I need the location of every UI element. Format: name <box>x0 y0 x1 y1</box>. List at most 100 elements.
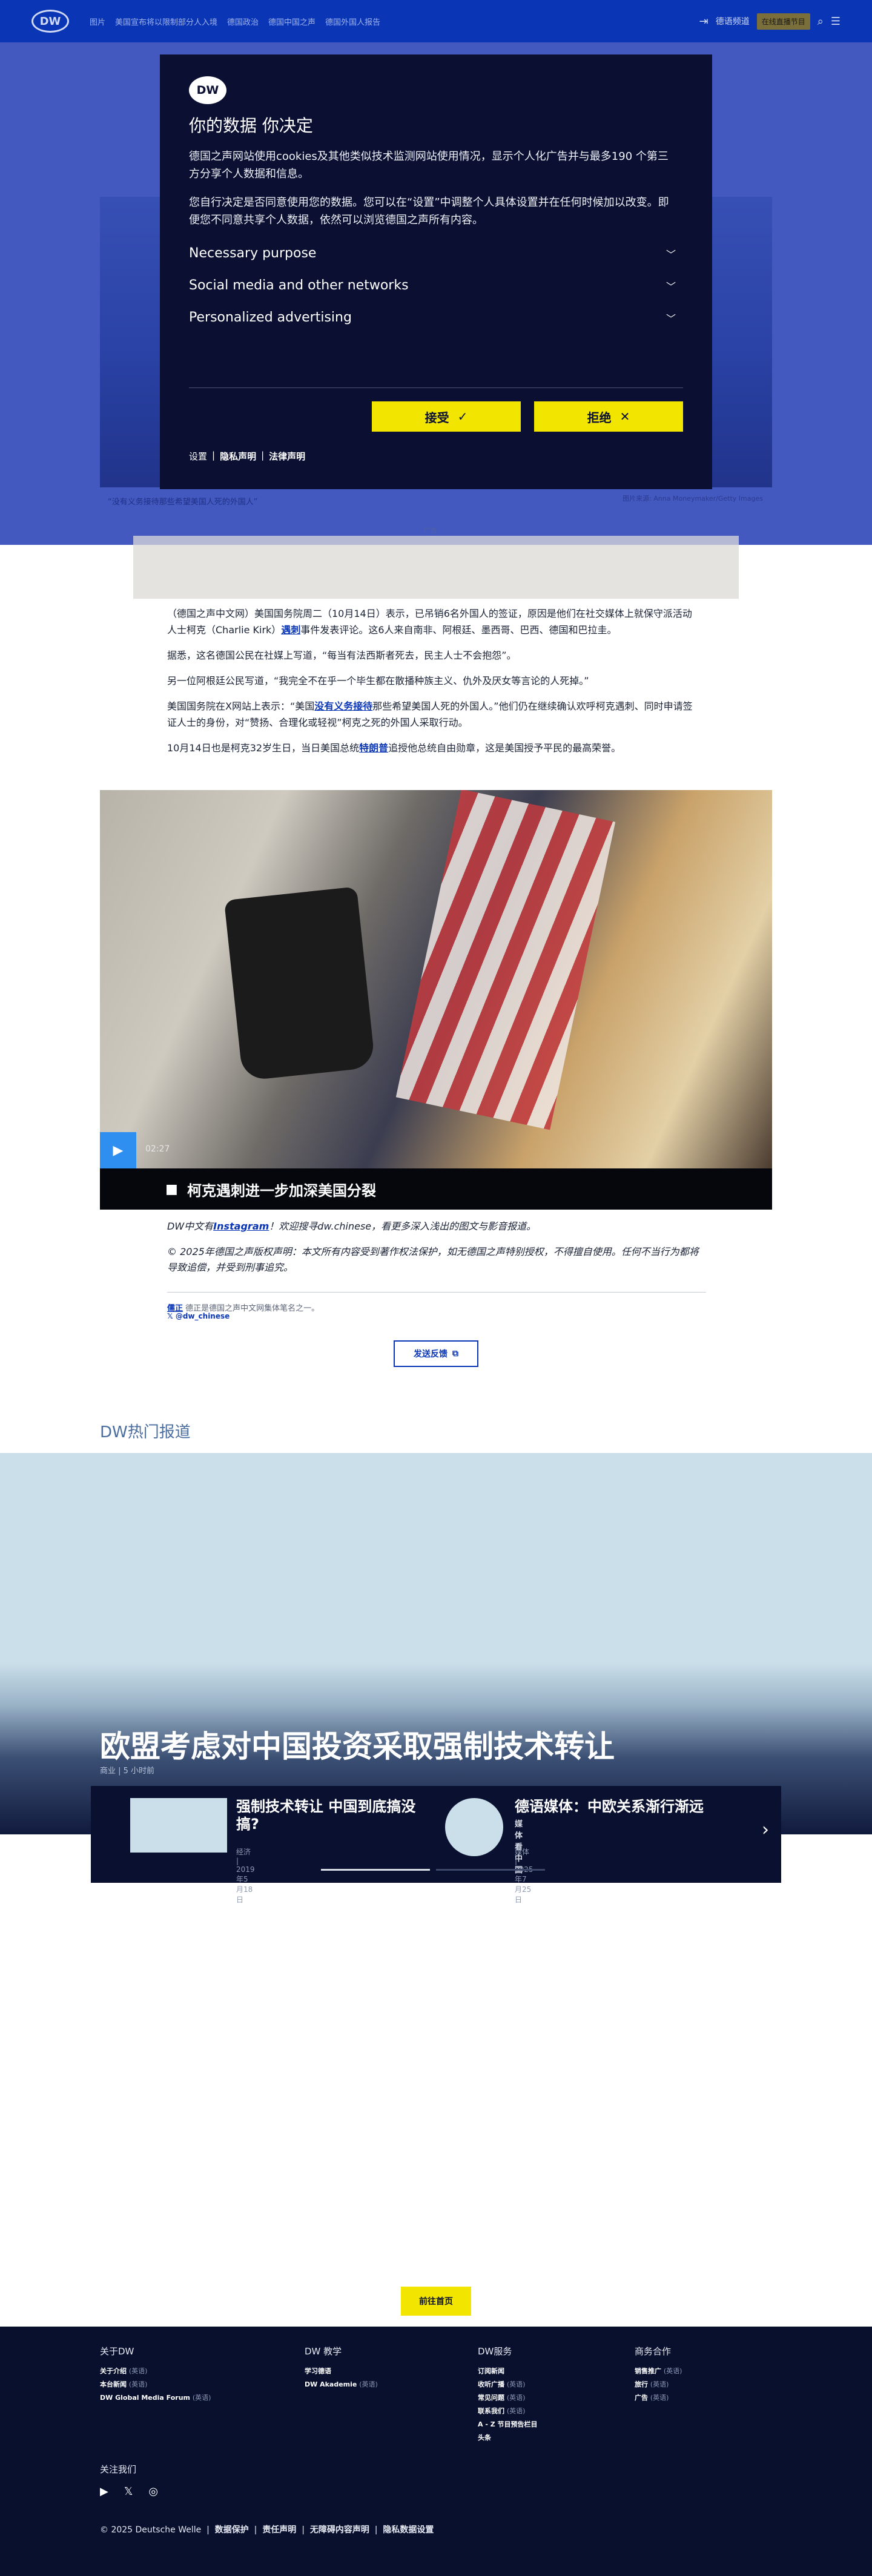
link-lang: (英语) <box>506 2407 526 2415</box>
nav-link[interactable]: 德国政治 <box>227 16 259 27</box>
social-links: ▶ 𝕏 ◎ <box>100 2485 158 2498</box>
text: 10月14日也是柯克32岁生日，当日美国总统 <box>167 742 360 754</box>
header-right: ⇥ 德语频道 在线直播节目 ⌕ ☰ <box>699 13 841 30</box>
play-icon[interactable]: ▶ <box>100 1132 136 1168</box>
video-title: 柯克遇刺进一步加深美国分裂 <box>187 1182 376 1199</box>
card-title: 强制技术转让 中国到底搞没搞? <box>236 1798 416 1833</box>
nav-link[interactable]: 图片 <box>90 16 105 27</box>
reject-button[interactable]: 拒绝 ✕ <box>534 401 683 432</box>
footer-link[interactable]: 学习德语 <box>305 2366 378 2376</box>
footer-link[interactable]: 旅行 (英语) <box>635 2379 682 2389</box>
footer-link[interactable]: 关于介绍 (英语) <box>100 2366 211 2376</box>
link-lang: (英语) <box>359 2380 378 2388</box>
after-video-text: DW中文有Instagram！欢迎搜寻dw.chinese，看更多深入浅出的图文… <box>167 1219 700 1285</box>
accept-button[interactable]: 接受 ✓ <box>372 401 521 432</box>
footer-link[interactable]: 头条 <box>478 2433 538 2442</box>
link-lang: (英语) <box>506 2380 526 2388</box>
purpose-label: Necessary purpose <box>189 246 317 261</box>
article-paragraph: 据悉，这名德国公民在社媒上写道，“每当有法西斯者死去，民主人士不会抱怨”。 <box>167 650 517 661</box>
article-paragraph: 美国国务院在X网站上表示：“美国没有义务接待那些希望美国人死的外国人。”他们仍在… <box>167 698 700 731</box>
author-social[interactable]: 𝕏 @dw_chinese <box>167 1312 230 1320</box>
link-lang: (英语) <box>663 2367 682 2375</box>
footer-col-title: 关于DW <box>100 2346 134 2357</box>
link-label: 学习德语 <box>305 2367 331 2375</box>
purpose-social[interactable]: Social media and other networks ﹀ <box>189 278 676 293</box>
link-lang: (英语) <box>192 2394 211 2402</box>
dw-logo[interactable]: DW <box>31 10 69 33</box>
author-handle: @dw_chinese <box>175 1312 230 1320</box>
divider <box>189 387 683 388</box>
hot-meta: 商业 | 5 小时前 <box>100 1767 155 1776</box>
video-player[interactable]: ▶ 02:27 ■ 柯克遇刺进一步加深美国分裂 <box>100 790 772 1210</box>
video-title-bar: ■ 柯克遇刺进一步加深美国分裂 <box>100 1168 772 1210</box>
check-icon: ✓ <box>457 409 468 424</box>
footer-link[interactable]: DW Akademie (英语) <box>305 2379 378 2389</box>
inline-link[interactable]: 遇刺 <box>281 624 300 636</box>
inline-link[interactable]: 没有义务接待 <box>314 700 372 712</box>
link-label: 订阅新闻 <box>478 2367 504 2375</box>
text: ！欢迎搜寻dw.chinese，看更多深入浅出的图文与影音报道。 <box>269 1220 537 1232</box>
search-icon[interactable]: ⌕ <box>818 15 824 28</box>
link-lang: (英语) <box>128 2380 148 2388</box>
ad-slot <box>133 536 739 599</box>
footer-link[interactable]: A - Z 节目预告栏目 <box>478 2419 538 2429</box>
card-thumbnail <box>130 1798 227 1853</box>
hot-carousel: 强制技术转让 中国到底搞没搞? 经济 | 2019年5月18日 德语媒体：中欧关… <box>91 1786 781 1904</box>
youtube-icon[interactable]: ▶ <box>100 2485 108 2498</box>
language-icon[interactable]: ⇥ <box>699 15 708 28</box>
footer-link[interactable]: 联系我们 (英语) <box>478 2406 538 2416</box>
consent-text: 您自行决定是否同意使用您的数据。您可以在“设置”中调整个人具体设置并在任何时候加… <box>189 196 669 226</box>
nav-link[interactable]: 美国宣布将以限制部分人入境 <box>115 16 217 27</box>
instagram-link[interactable]: Instagram <box>213 1220 269 1232</box>
footer-link[interactable]: 本台新闻 (英语) <box>100 2379 211 2389</box>
footer-link[interactable]: DW Global Media Forum (英语) <box>100 2393 211 2402</box>
footer-link[interactable]: 销售推广 (英语) <box>635 2366 682 2376</box>
footer-legal-link[interactable]: 无障碍内容声明 <box>310 2525 369 2535</box>
chevron-right-icon[interactable]: › <box>762 1819 769 1840</box>
footer-link[interactable]: 收听广播 (英语) <box>478 2379 538 2389</box>
footer-col-about: 关于DW 关于介绍 (英语) 本台新闻 (英语) DW Global Media… <box>100 2345 211 2406</box>
footer-col-title: DW服务 <box>478 2346 512 2357</box>
footer-col-learn: DW 教学 学习德语 DW Akademie (英语) <box>305 2345 378 2393</box>
nav-link[interactable]: 德国外国人报告 <box>325 16 380 27</box>
settings-link[interactable]: 设置 <box>189 450 207 463</box>
footer-col-title: 商务合作 <box>635 2346 672 2357</box>
language-link[interactable]: 德语频道 <box>716 15 750 27</box>
instagram-icon[interactable]: ◎ <box>148 2485 158 2498</box>
x-icon: 𝕏 <box>167 1312 173 1320</box>
menu-icon[interactable]: ☰ <box>831 15 841 28</box>
link-label: 销售推广 <box>635 2367 661 2375</box>
footer-legal-link[interactable]: 隐私数据设置 <box>383 2525 434 2535</box>
copy-icon: ⧉ <box>452 1349 458 1359</box>
link-label: 联系我们 <box>478 2407 504 2415</box>
legal-link[interactable]: 法律声明 <box>269 450 305 463</box>
purpose-advertising[interactable]: Personalized advertising ﹀ <box>189 310 676 325</box>
link-label: 旅行 <box>635 2380 648 2388</box>
text: 美国国务院在X网站上表示：“美国 <box>167 700 315 712</box>
nav-link[interactable]: 德国中国之声 <box>268 16 315 27</box>
link-label: 头条 <box>478 2434 491 2442</box>
footer-link[interactable]: 广告 (英语) <box>635 2393 682 2402</box>
follow-heading: 关注我们 <box>100 2464 137 2475</box>
footer-link[interactable]: 常见问题 (英语) <box>478 2393 538 2402</box>
link-label: 本台新闻 <box>100 2380 127 2388</box>
card-meta: 经济 | 2019年5月18日 <box>236 1848 255 1904</box>
footer-link[interactable]: 订阅新闻 <box>478 2366 538 2376</box>
privacy-link[interactable]: 隐私声明 <box>220 450 256 463</box>
feedback-button[interactable]: 发送反馈 ⧉ <box>394 1340 478 1367</box>
live-tv-button[interactable]: 在线直播节目 <box>756 13 810 30</box>
purpose-necessary[interactable]: Necessary purpose ﹀ <box>189 246 676 261</box>
consent-title: 你的数据 你决定 <box>189 116 313 136</box>
x-icon[interactable]: 𝕏 <box>124 2485 133 2498</box>
back-to-home-button[interactable]: 前往首页 <box>401 2287 471 2316</box>
hot-title[interactable]: 欧盟考虑对中国投资采取强制技术转让 <box>100 1722 615 1766</box>
footer-legal-link[interactable]: 数据保护 <box>215 2525 249 2535</box>
hot-hero-image[interactable] <box>0 1453 872 1834</box>
footer-legal-link[interactable]: 责任声明 <box>262 2525 296 2535</box>
inline-link[interactable]: 特朗普 <box>359 742 388 754</box>
slider-indicator[interactable] <box>436 1869 545 1871</box>
slider-indicator-active[interactable] <box>321 1869 430 1871</box>
consent-links: 设置 | 隐私声明 | 法律声明 <box>189 450 306 463</box>
hot-heading: DW热门报道 <box>100 1423 191 1441</box>
card-meta: 媒体 | 2025年7月25日 <box>515 1848 533 1904</box>
